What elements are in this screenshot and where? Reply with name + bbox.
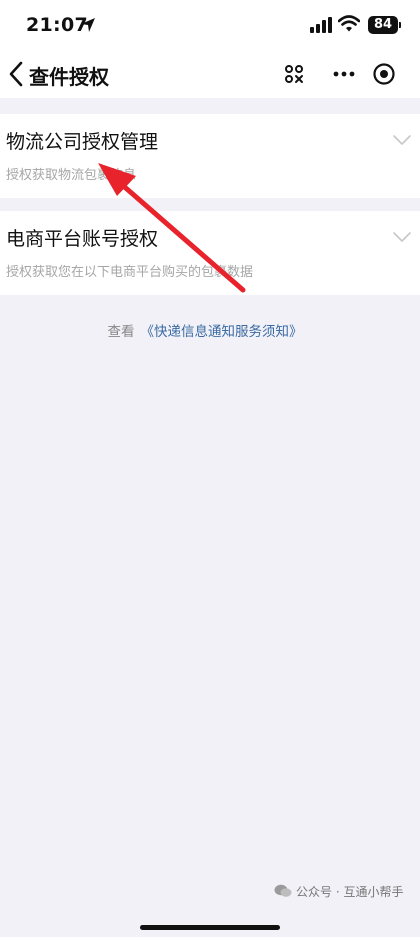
logistics-authorization-card[interactable]: 物流公司授权管理 授权获取物流包裹信息 (0, 114, 420, 198)
ecommerce-authorization-card[interactable]: 电商平台账号授权 授权获取您在以下电商平台购买的包裹数据 (0, 211, 420, 295)
battery-tip (399, 22, 401, 28)
status-bar: 21:07 84 (0, 0, 420, 50)
card-title: 电商平台账号授权 (6, 228, 159, 250)
service-notice-link[interactable]: 《快递信息通知服务须知》 (141, 324, 303, 340)
battery-indicator: 84 (368, 16, 398, 34)
notice-prefix: 查看 (107, 324, 135, 340)
scan-icon[interactable] (284, 64, 304, 84)
home-indicator (140, 925, 280, 930)
back-button[interactable] (4, 58, 28, 90)
location-arrow-icon (81, 18, 95, 32)
watermark-text: 公众号 · 互通小帮手 (296, 885, 404, 899)
more-options-icon[interactable] (332, 64, 356, 84)
wifi-icon (338, 15, 360, 32)
card-title: 物流公司授权管理 (6, 131, 159, 153)
nav-bar: 查件授权 (0, 50, 420, 98)
service-notice: 查看 《快递信息通知服务须知》 (0, 320, 410, 340)
close-miniprogram-icon[interactable] (372, 62, 396, 86)
status-time: 21:07 (26, 14, 88, 36)
wechat-icon (274, 884, 292, 897)
card-description: 授权获取物流包裹信息 (6, 168, 137, 183)
chevron-down-icon[interactable] (392, 134, 412, 146)
card-description: 授权获取您在以下电商平台购买的包裹数据 (6, 265, 254, 280)
page-title: 查件授权 (29, 65, 109, 89)
chevron-down-icon[interactable] (392, 231, 412, 243)
signal-icon (310, 17, 332, 33)
